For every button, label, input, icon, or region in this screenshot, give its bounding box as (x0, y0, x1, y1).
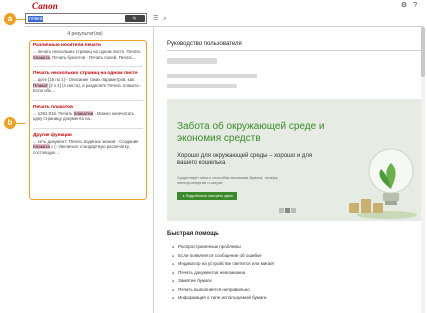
result-highlight: плаката (33, 144, 50, 149)
top-icons: ⚙ ? (401, 2, 417, 10)
result-snippet: ... сеть документ: Печать водяных знаков… (33, 138, 139, 155)
blurred-product-name (167, 58, 217, 64)
result-snippet: ... 1291-016. Печать плакатов - Можно на… (33, 110, 135, 121)
result-item[interactable]: Различные носители печати ... печать нес… (33, 43, 143, 60)
pager-dot[interactable] (279, 208, 284, 213)
search-icon: 🔍 (132, 16, 138, 21)
help-icon[interactable]: ? (413, 2, 417, 10)
quick-help-list: Распространенные проблемы Если появляетс… (172, 243, 275, 303)
banner-description: Существует много способов экономии бумаг… (177, 175, 279, 185)
title-divider (167, 50, 425, 51)
main-content: Руководство пользователя Забота об окруж… (160, 27, 425, 313)
result-item[interactable]: Другие функции ... сеть документ: Печать… (33, 133, 143, 156)
search-bar: плакат 🔍 (25, 13, 147, 24)
result-item[interactable]: Печать плакатов ... 1291-016. Печать пла… (33, 105, 143, 122)
search-results-panel: 4 результат(ов) Различные носители печат… (25, 27, 154, 313)
top-bar: Canon ⚙ ? (0, 0, 427, 14)
banner-subheadline: Хорошо для окружающей среды – хорошо и д… (177, 153, 313, 166)
pager-dot[interactable] (285, 208, 290, 213)
quick-help-title: Быстрая помощь (167, 231, 219, 237)
search-toggle-icon[interactable]: ⌕ (163, 16, 166, 22)
result-highlight: Плакат (33, 82, 48, 88)
eco-banner[interactable]: Забота об окружающей среде и экономия ср… (167, 99, 425, 221)
result-item[interactable]: Печать нескольких страниц на одном листе… (33, 71, 143, 94)
quick-help-item[interactable]: Печать выполняется неправильно (172, 286, 275, 295)
callout-b-badge: b (4, 117, 16, 129)
quick-help-item[interactable]: Если появляется сообщение об ошибке (172, 252, 275, 261)
blurred-text-line (167, 84, 237, 88)
banner-pager (279, 208, 296, 213)
results-count: 4 результат(ов) (67, 31, 103, 37)
callout-a-badge: a (4, 13, 16, 25)
banner-details-button[interactable]: ▸ Подробности смотреть здесь (177, 192, 237, 200)
search-button[interactable]: 🔍 (125, 15, 145, 22)
result-divider (33, 66, 143, 67)
result-divider (33, 99, 143, 101)
scrollbar[interactable] (421, 27, 425, 313)
callout-a-line (16, 19, 25, 20)
scroll-thumb[interactable] (421, 27, 425, 77)
result-snippet: ... печать нескольких страниц на одном л… (33, 49, 141, 60)
result-snippet: ... дите [16 по 1] - Описание таких пара… (33, 77, 142, 93)
page-title: Руководство пользователя (167, 41, 242, 47)
banner-headline: Забота об окружающей среде и экономия ср… (177, 121, 325, 144)
search-input[interactable]: плакат (29, 16, 45, 22)
pager-dot[interactable] (291, 208, 296, 213)
blurred-text-line (167, 74, 257, 78)
results-list: Различные носители печати ... печать нес… (29, 40, 147, 200)
quick-help-item[interactable]: Индикатор на устройстве светится или миг… (172, 260, 275, 269)
header-icons: ☰ ⌕ (153, 16, 167, 22)
gear-icon[interactable]: ⚙ (401, 2, 407, 10)
lightbulb-illustration (347, 141, 417, 219)
quick-help-item[interactable]: Информация о типе используемой бумаги (172, 294, 275, 303)
quick-help-item[interactable]: Замятие бумаги (172, 277, 275, 286)
canon-logo: Canon (32, 1, 59, 11)
result-divider (33, 127, 143, 129)
quick-help-item[interactable]: Распространенные проблемы (172, 243, 275, 252)
result-highlight: плакатов (73, 110, 94, 116)
quick-help-item[interactable]: Печать документов невозможна (172, 269, 275, 278)
result-highlight: плаката (33, 54, 50, 60)
menu-icon[interactable]: ☰ (153, 16, 158, 22)
